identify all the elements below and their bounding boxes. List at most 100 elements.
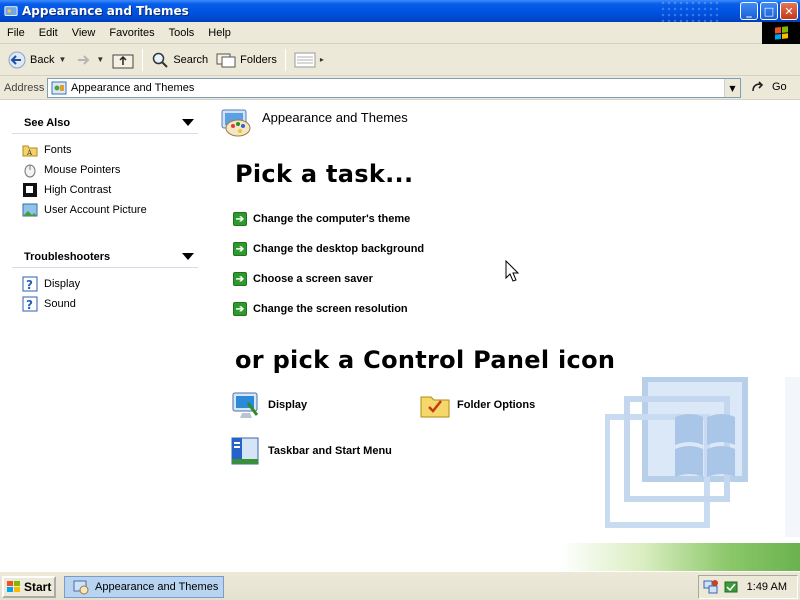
cp-icon-label: Folder Options	[457, 399, 536, 411]
address-label: Address	[4, 81, 45, 94]
sidebar-item-display[interactable]: ? Display	[22, 274, 198, 294]
views-icon	[294, 52, 316, 67]
forward-button[interactable]: ▼	[70, 46, 108, 74]
go-arrow-icon	[752, 81, 764, 92]
windows-flag-icon	[762, 22, 800, 44]
task-choose-screen-saver[interactable]: ➔ Choose a screen saver	[233, 264, 424, 294]
folders-icon	[216, 53, 236, 67]
menu-help[interactable]: Help	[201, 27, 238, 39]
back-dropdown-icon[interactable]: ▼	[58, 55, 66, 64]
folder-options-icon	[420, 396, 450, 418]
toolbar-separator-2	[284, 48, 286, 71]
menu-view[interactable]: View	[65, 27, 103, 39]
address-dropdown-icon[interactable]: ▼	[724, 79, 740, 97]
taskbar: Start Appearance and Themes 1:49 AM	[0, 571, 800, 600]
troubleshooters-panel: Troubleshooters ? Display ? Sound	[12, 246, 198, 314]
task-change-desktop-background[interactable]: ➔ Change the desktop background	[233, 234, 424, 264]
see-also-header[interactable]: See Also	[12, 112, 198, 134]
cp-icon-folder-options[interactable]: Folder Options	[419, 389, 535, 421]
category-title: Appearance and Themes	[262, 109, 408, 125]
menu-file[interactable]: File	[0, 27, 32, 39]
go-button[interactable]: Go	[750, 79, 787, 95]
sidebar-item-label: Sound	[44, 298, 76, 310]
back-button[interactable]: Back ▼	[4, 46, 70, 74]
clock: 1:49 AM	[746, 581, 787, 593]
back-label: Back	[30, 53, 55, 66]
sidebar-item-label: High Contrast	[44, 184, 112, 196]
close-button[interactable]: ✕	[780, 2, 798, 20]
appearance-themes-icon	[73, 580, 89, 595]
task-label: Choose a screen saver	[253, 273, 373, 285]
cp-icon-taskbar-start-menu[interactable]: Taskbar and Start Menu	[230, 435, 392, 467]
folder-icon: A	[22, 145, 38, 157]
minimize-button[interactable]: _	[740, 2, 758, 20]
network-icon[interactable]	[703, 579, 719, 595]
troubleshooters-header[interactable]: Troubleshooters	[12, 246, 198, 268]
cp-icon-display[interactable]: Display	[230, 389, 307, 421]
content-area: See Also A Fonts Mouse Pointers High Con…	[0, 101, 800, 571]
task-list: ➔ Change the computer's theme ➔ Change t…	[233, 204, 424, 324]
sidebar-item-mouse-pointers[interactable]: Mouse Pointers	[22, 160, 198, 180]
up-folder-icon	[112, 54, 134, 68]
sidebar-item-fonts[interactable]: A Fonts	[22, 140, 198, 160]
views-button[interactable]: ▸	[290, 46, 328, 74]
svg-text:A: A	[26, 149, 33, 157]
up-folder-button[interactable]	[108, 46, 138, 74]
pick-icon-heading: or pick a Control Panel icon	[235, 346, 616, 374]
start-label: Start	[24, 580, 52, 594]
grass-decoration	[560, 543, 800, 571]
menu-edit[interactable]: Edit	[32, 27, 65, 39]
taskbar-window-button[interactable]: Appearance and Themes	[64, 576, 224, 598]
views-dropdown-icon[interactable]: ▸	[320, 55, 324, 64]
sidebar-item-label: Mouse Pointers	[44, 164, 121, 176]
toolbar: Back ▼ ▼ Search Folders ▸	[0, 44, 800, 76]
window-title: Appearance and Themes	[22, 4, 189, 18]
appearance-themes-icon	[4, 6, 18, 16]
back-arrow-icon	[8, 51, 26, 68]
collapse-arrow-icon[interactable]	[182, 253, 194, 260]
collapse-arrow-icon[interactable]	[182, 119, 194, 126]
task-change-theme[interactable]: ➔ Change the computer's theme	[233, 204, 424, 234]
search-label: Search	[173, 53, 209, 66]
menu-tools[interactable]: Tools	[162, 27, 202, 39]
see-also-panel: See Also A Fonts Mouse Pointers High Con…	[12, 112, 198, 220]
picture-icon	[22, 203, 38, 217]
sidebar-item-label: Display	[44, 278, 81, 290]
menu-bar: File Edit View Favorites Tools Help	[0, 22, 800, 44]
start-button[interactable]: Start	[2, 576, 56, 598]
control-panel-icons: Display Folder Options Taskbar and Start…	[230, 389, 630, 479]
green-arrow-icon: ➔	[233, 242, 247, 256]
green-arrow-icon: ➔	[233, 212, 247, 226]
pick-task-heading: Pick a task...	[235, 160, 414, 188]
see-also-title: See Also	[24, 116, 71, 129]
task-change-screen-resolution[interactable]: ➔ Change the screen resolution	[233, 294, 424, 324]
category-header: Appearance and Themes	[220, 104, 408, 138]
search-icon	[153, 52, 169, 68]
sidebar-item-label: User Account Picture	[44, 204, 147, 216]
control-panel-icon	[51, 81, 67, 95]
mouse-icon	[24, 164, 36, 178]
sidebar-item-sound[interactable]: ? Sound	[22, 294, 198, 314]
forward-dropdown-icon[interactable]: ▼	[96, 55, 104, 64]
help-icon: ?	[22, 296, 38, 312]
svg-text:?: ?	[26, 278, 33, 292]
security-icon[interactable]	[723, 579, 739, 595]
folders-label: Folders	[240, 53, 277, 66]
windows-logo-icon	[7, 581, 20, 592]
folders-button[interactable]: Folders	[212, 46, 281, 74]
sidebar-item-high-contrast[interactable]: High Contrast	[22, 180, 198, 200]
taskbar-icon	[231, 437, 259, 465]
menu-favorites[interactable]: Favorites	[102, 27, 161, 39]
cp-icon-label: Taskbar and Start Menu	[268, 445, 392, 457]
sidebar-item-user-account-picture[interactable]: User Account Picture	[22, 200, 198, 220]
green-arrow-icon: ➔	[233, 302, 247, 316]
contrast-icon	[23, 183, 37, 197]
toolbar-separator	[142, 48, 144, 71]
address-input[interactable]: Appearance and Themes ▼	[47, 78, 741, 98]
title-bar[interactable]: Appearance and Themes _ □ ✕	[0, 0, 800, 22]
search-button[interactable]: Search	[147, 46, 212, 74]
task-label: Change the computer's theme	[253, 213, 411, 225]
maximize-button[interactable]: □	[760, 2, 778, 20]
go-label: Go	[772, 81, 787, 93]
task-label: Change the screen resolution	[253, 303, 408, 315]
